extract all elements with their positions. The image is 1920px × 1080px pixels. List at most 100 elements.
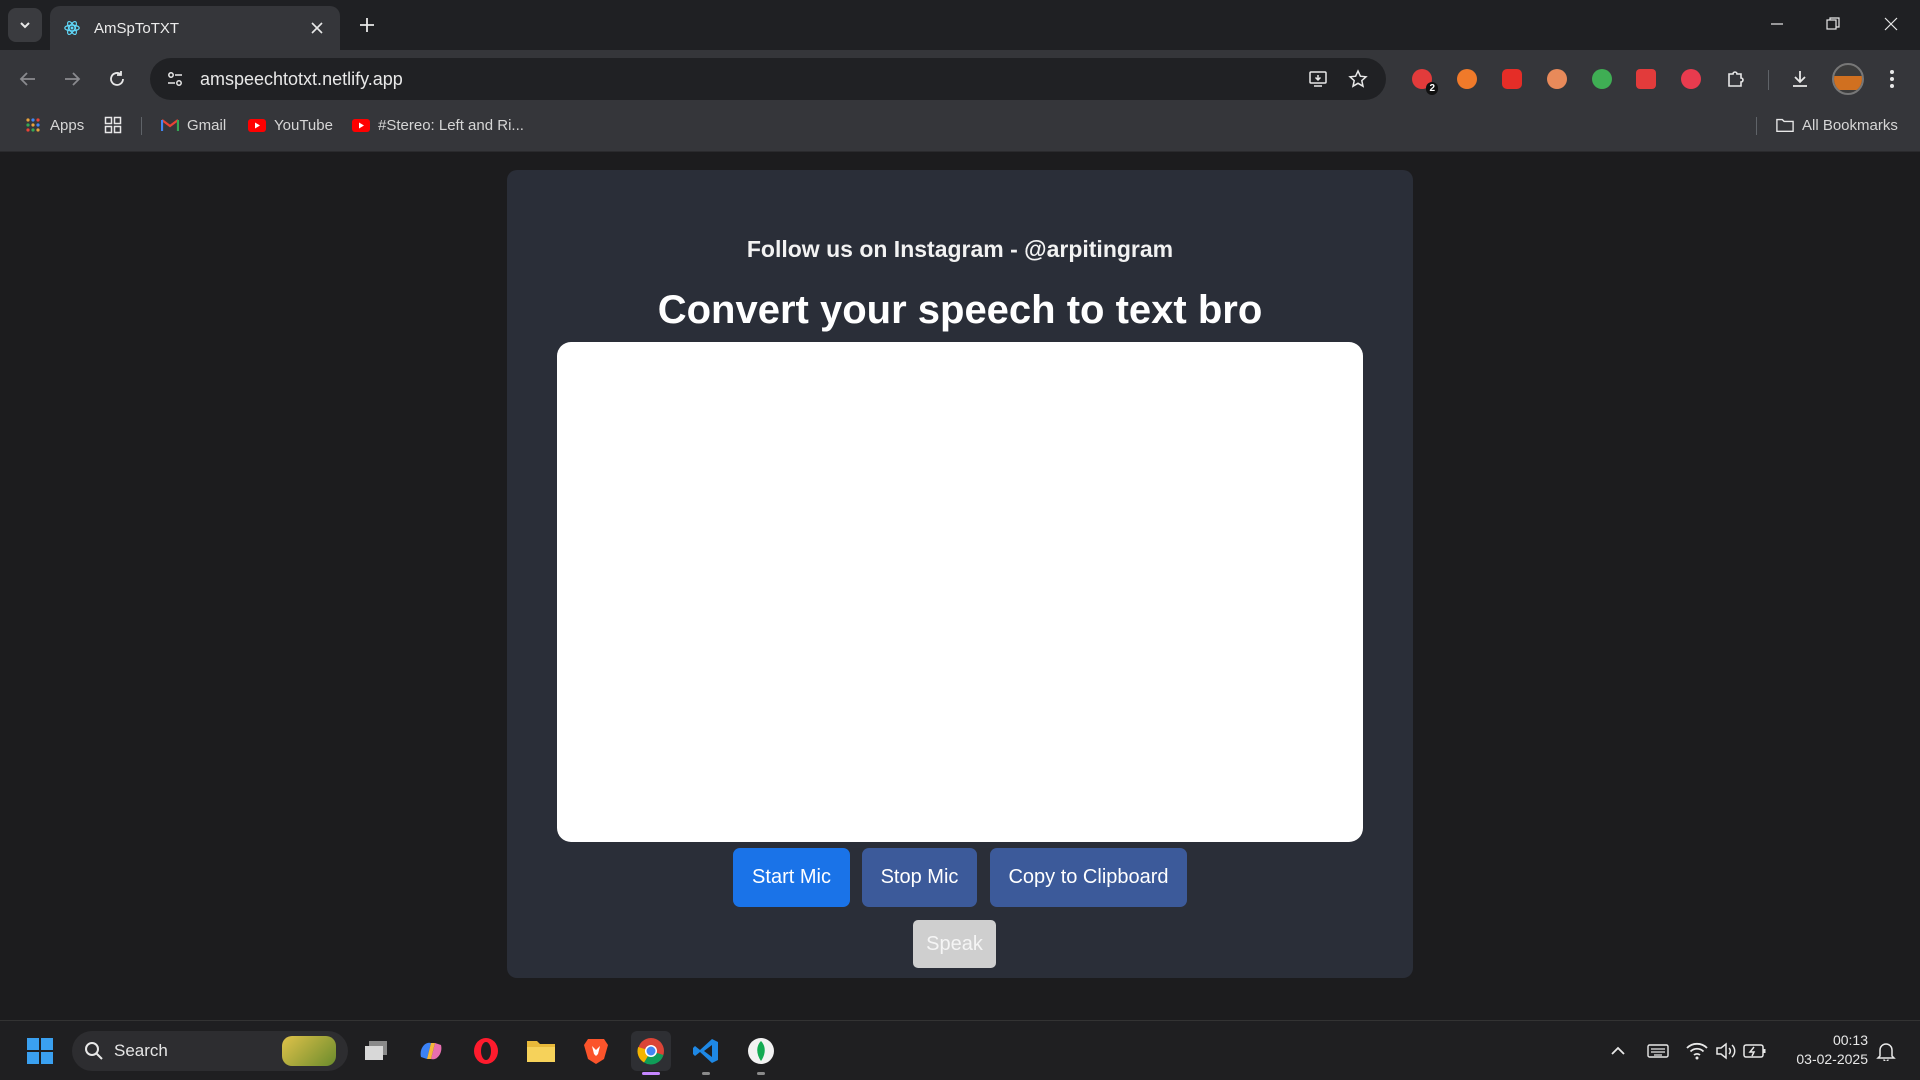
- install-app-icon[interactable]: [1302, 63, 1334, 95]
- wifi-tray-button[interactable]: [1685, 1039, 1709, 1063]
- all-bookmarks-button[interactable]: All Bookmarks: [1776, 108, 1898, 142]
- keyboard-tray-button[interactable]: [1646, 1039, 1670, 1063]
- bell-icon: [1876, 1043, 1896, 1061]
- browser-tab[interactable]: AmSpToTXT: [50, 6, 340, 50]
- web-page: Follow us on Instagram - @arpitingram Co…: [0, 152, 1920, 1020]
- page-title: Convert your speech to text bro: [657, 288, 1263, 332]
- bookmark-stereo[interactable]: #Stereo: Left and Ri...: [352, 108, 524, 142]
- apps-grid-icon: [24, 116, 42, 134]
- start-button[interactable]: [20, 1031, 60, 1071]
- brave-button[interactable]: [576, 1031, 616, 1071]
- more-vertical-icon: [1890, 70, 1894, 88]
- reload-button[interactable]: [99, 61, 135, 97]
- extension-button-7[interactable]: [1677, 65, 1705, 93]
- gmail-icon: [161, 116, 179, 134]
- url-text[interactable]: amspeechtotxt.netlify.app: [200, 69, 1294, 90]
- site-info-icon[interactable]: [162, 66, 188, 92]
- taskbar-clock[interactable]: 00:13 03-02-2025: [1796, 1031, 1868, 1069]
- extension-button-3[interactable]: [1498, 65, 1526, 93]
- bookmark-youtube[interactable]: YouTube: [248, 108, 333, 142]
- stop-mic-button[interactable]: Stop Mic: [862, 848, 977, 907]
- address-bar[interactable]: amspeechtotxt.netlify.app: [150, 58, 1386, 100]
- restore-window-button[interactable]: [1810, 6, 1856, 42]
- task-view-icon: [365, 1041, 387, 1060]
- extension-cookie-icon: [1547, 69, 1567, 89]
- forward-button[interactable]: [54, 61, 90, 97]
- folder-icon: [527, 1041, 555, 1062]
- close-tab-icon[interactable]: [306, 17, 328, 39]
- copilot-icon: [420, 1042, 442, 1060]
- react-icon: [62, 18, 82, 38]
- tab-title: AmSpToTXT: [94, 19, 180, 37]
- plus-icon: [360, 18, 374, 32]
- back-button[interactable]: [10, 61, 46, 97]
- tab-search-button[interactable]: [8, 8, 42, 42]
- youtube-icon: [248, 116, 266, 134]
- battery-tray-button[interactable]: [1743, 1039, 1767, 1063]
- close-window-button[interactable]: [1868, 6, 1914, 42]
- show-hidden-icons-button[interactable]: [1606, 1039, 1630, 1063]
- copilot-button[interactable]: [411, 1031, 451, 1071]
- extension-button-4[interactable]: [1543, 65, 1571, 93]
- copy-to-clipboard-button[interactable]: Copy to Clipboard: [990, 848, 1187, 907]
- extensions-menu-button[interactable]: [1722, 65, 1750, 93]
- task-view-button[interactable]: [356, 1031, 396, 1071]
- file-explorer-button[interactable]: [521, 1031, 561, 1071]
- downloads-button[interactable]: [1786, 65, 1814, 93]
- clock-date: 03-02-2025: [1796, 1051, 1868, 1067]
- taskbar-search-label: Search: [114, 1041, 168, 1060]
- transcript-textarea[interactable]: [557, 342, 1363, 842]
- taskbar-search[interactable]: Search: [72, 1031, 348, 1071]
- extension-button-6[interactable]: [1632, 65, 1660, 93]
- brave-lion-icon: [584, 1039, 608, 1064]
- extension-infinity-icon: [1681, 69, 1701, 89]
- bookmarks-bar: Apps Gmail YouTube #Stereo: Left and Ri.…: [0, 108, 1920, 152]
- windows-logo-icon: [27, 1038, 53, 1064]
- chevron-down-icon: [20, 22, 30, 29]
- bookmark-apps[interactable]: Apps: [24, 108, 84, 142]
- new-tab-button[interactable]: [352, 10, 382, 40]
- search-icon: [85, 1042, 103, 1060]
- minimize-window-button[interactable]: [1754, 6, 1800, 42]
- browser-menu-button[interactable]: [1878, 65, 1906, 93]
- speak-button[interactable]: Speak: [913, 920, 996, 968]
- windows-taskbar: Search 00:13 03-02-2025: [0, 1020, 1920, 1080]
- mongodb-compass-button[interactable]: [741, 1031, 781, 1075]
- clock-time: 00:13: [1832, 1032, 1868, 1048]
- extension-button-5[interactable]: [1588, 65, 1616, 93]
- extension-button-1[interactable]: 2: [1408, 65, 1438, 95]
- youtube-icon: [352, 116, 370, 134]
- extension-button-2[interactable]: [1453, 65, 1481, 93]
- extension-red-square-icon: [1636, 69, 1656, 89]
- volume-tray-button[interactable]: [1714, 1039, 1738, 1063]
- bookmark-youtube-label: YouTube: [274, 116, 333, 134]
- keyboard-icon: [1647, 1044, 1669, 1058]
- tab-groups-icon: [104, 116, 122, 134]
- vscode-button[interactable]: [686, 1031, 726, 1075]
- chrome-button[interactable]: [631, 1031, 671, 1075]
- bookmark-gmail-label: Gmail: [187, 116, 227, 134]
- notifications-button[interactable]: [1874, 1039, 1898, 1063]
- start-mic-button[interactable]: Start Mic: [733, 848, 850, 907]
- minimize-icon: [1771, 23, 1783, 25]
- bookmark-tab-groups[interactable]: [104, 108, 130, 142]
- running-indicator: [702, 1072, 710, 1075]
- search-highlight-image: [282, 1036, 336, 1066]
- toolbar-divider: [1768, 70, 1769, 90]
- speaker-icon: [1716, 1042, 1736, 1060]
- puzzle-icon: [1728, 71, 1744, 87]
- bookmark-gmail[interactable]: Gmail: [161, 108, 226, 142]
- opera-button[interactable]: [466, 1031, 506, 1071]
- all-bookmarks-label: All Bookmarks: [1802, 116, 1898, 134]
- running-indicator: [642, 1072, 660, 1075]
- vscode-icon: [693, 1039, 718, 1063]
- wifi-icon: [1686, 1042, 1708, 1060]
- extension-orange-icon: [1457, 69, 1477, 89]
- reload-icon: [110, 71, 124, 86]
- bookmark-star-icon[interactable]: [1342, 63, 1374, 95]
- profile-avatar[interactable]: [1832, 63, 1864, 95]
- battery-charging-icon: [1743, 1044, 1766, 1058]
- extension-youtube-red-icon: [1502, 69, 1522, 89]
- running-indicator: [757, 1072, 765, 1075]
- arrow-right-icon: [65, 72, 81, 86]
